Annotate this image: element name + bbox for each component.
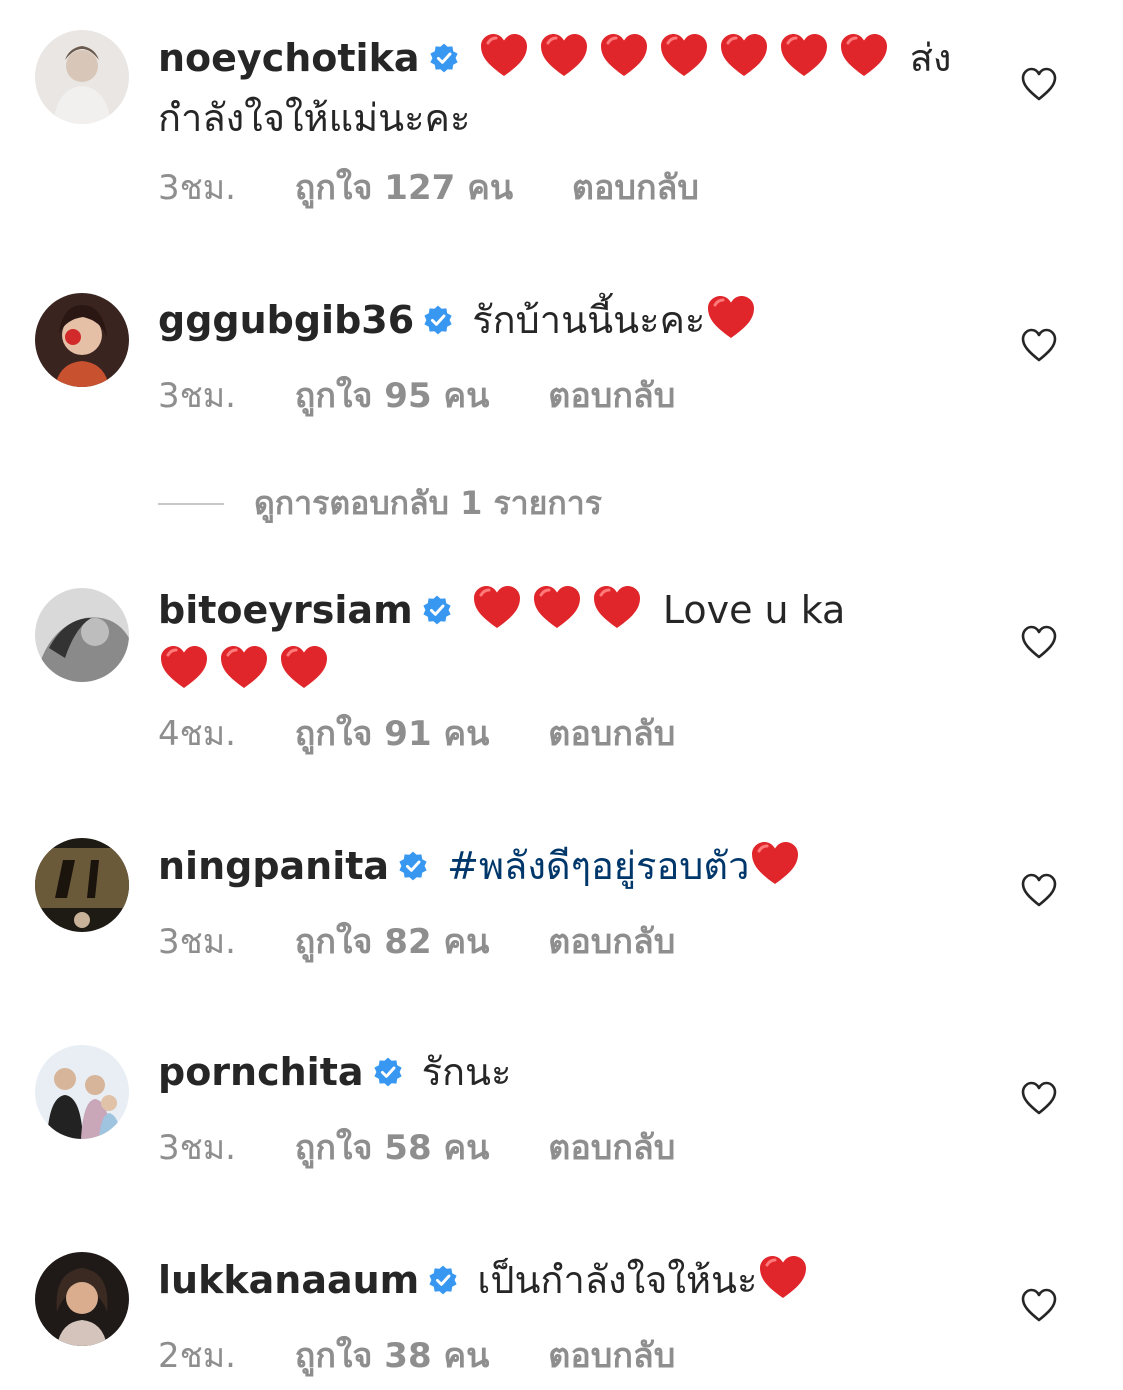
comment-time: 4ชม.: [158, 714, 236, 754]
comment-text: ningpanita #พลังดีๆอยู่รอบตัว: [158, 836, 958, 896]
avatar[interactable]: [35, 293, 129, 387]
heart-emoji-group: [757, 1256, 817, 1302]
avatar[interactable]: [35, 588, 129, 682]
verified-badge-icon: [422, 293, 454, 335]
red-heart-emoji: [538, 31, 590, 79]
red-heart-emoji: [531, 583, 583, 631]
verified-badge-icon: [428, 31, 460, 73]
comment-time: 3ชม.: [158, 1128, 236, 1168]
view-replies-label: ดูการตอบกลับ 1 รายการ: [254, 484, 602, 522]
likes-count[interactable]: ถูกใจ 58 คน: [295, 1120, 490, 1174]
red-heart-emoji: [278, 643, 330, 691]
red-heart-emoji: [658, 31, 710, 79]
avatar[interactable]: [35, 838, 129, 932]
comment-body: เป็นกำลังใจให้นะ: [477, 1258, 758, 1302]
likes-count[interactable]: ถูกใจ 91 คน: [295, 706, 490, 760]
heart-outline-icon[interactable]: [1020, 1080, 1058, 1116]
likes-count[interactable]: ถูกใจ 82 คน: [295, 914, 490, 968]
comment-meta: 3ชม. ถูกใจ 82 คน ตอบกลับ: [158, 914, 723, 968]
avatar[interactable]: [35, 1252, 129, 1346]
comment-text: bitoeyrsiam Love u ka: [158, 580, 958, 700]
red-heart-emoji: [718, 31, 770, 79]
heart-outline-icon[interactable]: [1020, 872, 1058, 908]
heart-outline-icon[interactable]: [1020, 1287, 1058, 1323]
username[interactable]: noeychotika: [158, 36, 420, 80]
comment-meta: 3ชม. ถูกใจ 58 คน ตอบกลับ: [158, 1120, 723, 1174]
comment-body: Love u ka: [662, 588, 846, 632]
verified-badge-icon: [421, 583, 453, 625]
verified-badge-icon: [397, 839, 429, 881]
comment-meta: 2ชม. ถูกใจ 38 คน ตอบกลับ: [158, 1328, 723, 1382]
red-heart-emoji: [471, 583, 523, 631]
comment-meta: 3ชม. ถูกใจ 127 คน ตอบกลับ: [158, 160, 747, 214]
verified-badge-icon: [427, 1253, 459, 1295]
red-heart-emoji: [218, 643, 270, 691]
red-heart-emoji: [158, 643, 210, 691]
heart-emoji-group: [749, 842, 809, 888]
username[interactable]: lukkanaaum: [158, 1258, 419, 1302]
username[interactable]: gggubgib36: [158, 298, 414, 342]
heart-outline-icon[interactable]: [1020, 66, 1058, 102]
comment-meta: 3ชม. ถูกใจ 95 คน ตอบกลับ: [158, 368, 723, 422]
heart-emoji-group: [471, 586, 651, 632]
username[interactable]: ningpanita: [158, 844, 389, 888]
heart-emoji-group: [478, 34, 898, 80]
red-heart-emoji: [591, 583, 643, 631]
comment-text: noeychotika ส่ง กำลังใจให้แม่นะคะ: [158, 28, 958, 148]
red-heart-emoji: [778, 31, 830, 79]
comment-time: 3ชม.: [158, 922, 236, 962]
red-heart-emoji: [478, 31, 530, 79]
comment-text: lukkanaaum เป็นกำลังใจให้นะ: [158, 1250, 958, 1310]
comment-time: 3ชม.: [158, 376, 236, 416]
likes-count[interactable]: ถูกใจ 127 คน: [295, 160, 513, 214]
comment-time: 3ชม.: [158, 168, 236, 208]
comment-time: 2ชม.: [158, 1336, 236, 1376]
red-heart-emoji: [749, 839, 801, 887]
comment-body: รักบ้านนี้นะคะ: [472, 298, 706, 342]
reply-button[interactable]: ตอบกลับ: [572, 160, 699, 214]
replies-divider-line: [158, 502, 224, 505]
red-heart-emoji: [838, 31, 890, 79]
reply-button[interactable]: ตอบกลับ: [548, 368, 675, 422]
username[interactable]: bitoeyrsiam: [158, 588, 413, 632]
heart-emoji-group: [705, 296, 765, 342]
comment-body: รักนะ: [421, 1050, 512, 1094]
red-heart-emoji: [757, 1253, 809, 1301]
likes-count[interactable]: ถูกใจ 38 คน: [295, 1328, 490, 1382]
heart-outline-icon[interactable]: [1020, 624, 1058, 660]
heart-outline-icon[interactable]: [1020, 327, 1058, 363]
avatar[interactable]: [35, 1045, 129, 1139]
heart-emoji-group: [158, 646, 338, 692]
reply-button[interactable]: ตอบกลับ: [548, 1328, 675, 1382]
reply-button[interactable]: ตอบกลับ: [548, 706, 675, 760]
view-replies-link[interactable]: ดูการตอบกลับ 1 รายการ: [158, 478, 602, 529]
red-heart-emoji: [598, 31, 650, 79]
reply-button[interactable]: ตอบกลับ: [548, 1120, 675, 1174]
red-heart-emoji: [705, 293, 757, 341]
comment-meta: 4ชม. ถูกใจ 91 คน ตอบกลับ: [158, 706, 723, 760]
comment-text: pornchita รักนะ: [158, 1042, 958, 1102]
username[interactable]: pornchita: [158, 1050, 364, 1094]
hashtag-link[interactable]: #พลังดีๆอยู่รอบตัว: [447, 844, 749, 888]
reply-button[interactable]: ตอบกลับ: [548, 914, 675, 968]
comment-text: gggubgib36 รักบ้านนี้นะคะ: [158, 290, 958, 350]
verified-badge-icon: [372, 1045, 404, 1087]
likes-count[interactable]: ถูกใจ 95 คน: [295, 368, 490, 422]
avatar[interactable]: [35, 30, 129, 124]
